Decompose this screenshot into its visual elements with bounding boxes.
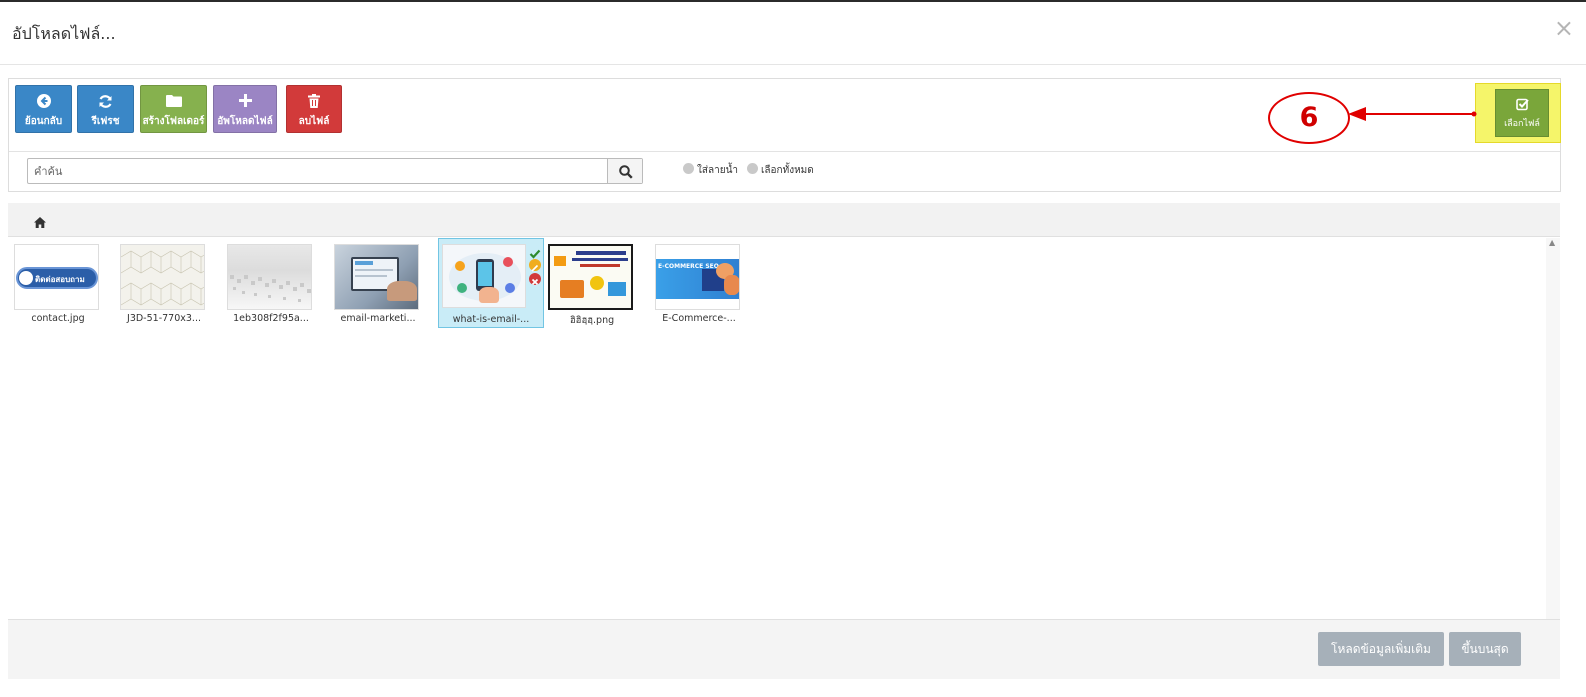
file-name: E-Commerce-...: [662, 313, 736, 324]
search-icon: [619, 164, 633, 183]
title-divider: [0, 64, 1586, 65]
remove-icon[interactable]: [529, 273, 541, 286]
file-thumbnail: [334, 244, 419, 310]
back-button[interactable]: ย้อนกลับ: [15, 85, 72, 133]
toolbar-divider: [9, 151, 1560, 152]
new-folder-label: สร้างโฟลเดอร์: [142, 116, 205, 127]
file-thumbnail: [120, 244, 205, 310]
file-name: contact.jpg: [31, 313, 85, 324]
file-name: what-is-email-...: [452, 314, 530, 325]
file-name: email-marketi...: [340, 313, 416, 324]
trash-icon: [287, 94, 341, 114]
modal-title: อัปโหลดไฟล์...: [12, 24, 116, 43]
new-folder-button[interactable]: สร้างโฟลเดอร์: [140, 85, 207, 133]
file-thumbnail: E-COMMERCE SEO: [655, 244, 740, 310]
close-icon[interactable]: ×: [1554, 16, 1574, 40]
watermark-radio[interactable]: ใส่ลายน้ำ: [683, 163, 738, 178]
refresh-icon: [78, 94, 133, 114]
watermark-label: ใส่ลายน้ำ: [697, 165, 739, 176]
delete-button[interactable]: ลบไฟล์: [286, 85, 342, 133]
select-file-label: เลือกไฟล์: [1504, 119, 1540, 129]
load-more-button[interactable]: โหลดข้อมูลเพิ่มเติม: [1318, 632, 1444, 666]
file-item[interactable]: ติดต่อสอบถาม contact.jpg: [8, 238, 114, 328]
upload-label: อัพโหลดไฟล์: [217, 116, 273, 127]
edit-icon[interactable]: [529, 259, 541, 272]
thumbnail-text: ติดต่อสอบถาม: [35, 275, 85, 284]
check-icon[interactable]: [529, 245, 541, 259]
file-item[interactable]: 1eb308f2f95a...: [221, 238, 327, 328]
file-thumbnail: [442, 244, 526, 308]
file-item-selected[interactable]: what-is-email-...: [438, 238, 544, 328]
file-item[interactable]: ฮิฮิฮฺฮฺ.png: [542, 238, 648, 328]
breadcrumb: [8, 203, 1560, 237]
annotation-arrow: [1348, 107, 1477, 121]
check-square-icon: [1496, 98, 1548, 116]
back-label: ย้อนกลับ: [24, 116, 63, 127]
file-item[interactable]: email-marketi...: [328, 238, 434, 328]
file-thumbnail: [548, 244, 633, 310]
scroll-up-icon[interactable]: ▲: [1549, 238, 1555, 247]
file-browser: ติดต่อสอบถาม contact.jpg J3D-51-770x3...: [8, 238, 1560, 619]
radio-dot: [747, 163, 758, 174]
arrow-left-circle-icon: [16, 94, 71, 114]
scroll-to-top-button[interactable]: ขึ้นบนสุด: [1449, 632, 1521, 666]
file-name: 1eb308f2f95a...: [233, 313, 309, 324]
search-button[interactable]: [607, 159, 642, 183]
plus-icon: [214, 94, 276, 114]
file-thumbnail: ติดต่อสอบถาม: [14, 244, 99, 310]
select-file-button[interactable]: เลือกไฟล์: [1495, 89, 1549, 137]
file-name: ฮิฮิฮฺฮฺ.png: [569, 315, 615, 326]
scrollbar[interactable]: ▲: [1546, 238, 1560, 619]
select-all-radio[interactable]: เลือกทั้งหมด: [747, 163, 814, 178]
selected-actions: [529, 245, 543, 287]
radio-dot: [683, 163, 694, 174]
file-thumbnail: [227, 244, 312, 310]
folder-icon: [141, 94, 206, 114]
window-top-border: [0, 0, 1586, 2]
modal-footer: โหลดข้อมูลเพิ่มเติม ขึ้นบนสุด: [8, 619, 1560, 679]
file-item[interactable]: J3D-51-770x3...: [114, 238, 220, 328]
file-name: J3D-51-770x3...: [127, 313, 201, 324]
search-box: [27, 158, 643, 184]
delete-label: ลบไฟล์: [298, 116, 330, 127]
annotation-step-number: 6: [1268, 92, 1350, 144]
select-file-highlight: เลือกไฟล์: [1475, 83, 1561, 143]
search-input[interactable]: [28, 159, 608, 183]
select-all-label: เลือกทั้งหมด: [761, 165, 814, 176]
refresh-button[interactable]: รีเฟรช: [77, 85, 134, 133]
upload-button[interactable]: อัพโหลดไฟล์: [213, 85, 277, 133]
refresh-label: รีเฟรช: [91, 116, 120, 127]
file-item[interactable]: E-COMMERCE SEO E-Commerce-...: [649, 238, 755, 328]
home-icon[interactable]: [34, 213, 46, 232]
